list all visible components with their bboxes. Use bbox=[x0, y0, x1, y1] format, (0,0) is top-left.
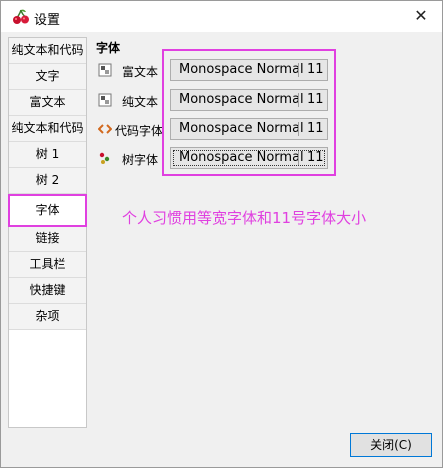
sidebar-item-tree-1[interactable]: 树 1 bbox=[9, 142, 86, 168]
cherry-icon bbox=[13, 9, 29, 24]
title-bar: 设置 ✕ bbox=[1, 1, 442, 32]
sidebar-item-plain-text-code[interactable]: 纯文本和代码 bbox=[9, 38, 86, 64]
code-font-label: 代码字体 bbox=[115, 124, 164, 138]
sidebar-item-plain-text-code-2[interactable]: 纯文本和代码 bbox=[9, 116, 86, 142]
sidebar-item-links[interactable]: 链接 bbox=[9, 226, 86, 252]
sidebar-item-fonts[interactable]: 字体 bbox=[8, 194, 87, 227]
plain-text-icon bbox=[98, 93, 112, 107]
sidebar-item-text[interactable]: 文字 bbox=[9, 64, 86, 90]
section-title: 字体 bbox=[96, 41, 121, 55]
plain-text-font-label: 纯文本 bbox=[122, 95, 159, 109]
annotation-text: 个人习惯用等宽字体和11号字体大小 bbox=[122, 209, 367, 227]
rich-text-icon bbox=[98, 63, 112, 77]
close-window-button[interactable]: ✕ bbox=[409, 5, 433, 27]
settings-dialog: 设置 ✕ 纯文本和代码 文字 富文本 纯文本和代码 树 1 树 2 字体 链接 … bbox=[0, 0, 443, 468]
rich-text-font-label: 富文本 bbox=[122, 65, 159, 79]
annotation-highlight-box bbox=[162, 49, 336, 176]
sidebar-item-shortcuts[interactable]: 快捷键 bbox=[9, 278, 86, 304]
tree-font-label: 树字体 bbox=[122, 153, 159, 167]
window-title: 设置 bbox=[34, 13, 61, 28]
sidebar-item-toolbar[interactable]: 工具栏 bbox=[9, 252, 86, 278]
sidebar-item-tree-2[interactable]: 树 2 bbox=[9, 168, 86, 194]
sidebar-item-rich-text[interactable]: 富文本 bbox=[9, 90, 86, 116]
settings-sidebar: 纯文本和代码 文字 富文本 纯文本和代码 树 1 树 2 字体 链接 工具栏 快… bbox=[8, 37, 87, 428]
close-button[interactable]: 关闭(C) bbox=[350, 433, 432, 457]
sidebar-item-misc[interactable]: 杂项 bbox=[9, 304, 86, 330]
code-icon bbox=[98, 124, 112, 134]
tree-icon bbox=[99, 152, 110, 164]
